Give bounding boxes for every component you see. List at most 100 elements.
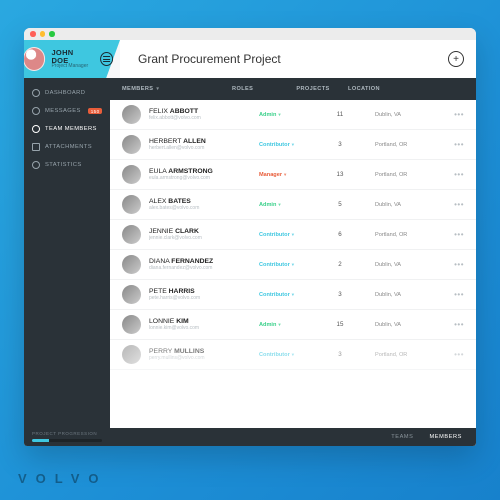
- sidebar-item-dashboard[interactable]: DASHBOARD: [24, 84, 110, 102]
- header-members[interactable]: MEMBERS▾: [122, 86, 232, 92]
- member-name-cell: JENNIE CLARKjennie.clark@volvo.com: [149, 228, 259, 241]
- member-name-cell: PERRY MULLINSperry.mullins@volvo.com: [149, 348, 259, 361]
- more-icon[interactable]: •••: [450, 290, 464, 299]
- chevron-down-icon: ▾: [292, 232, 294, 238]
- sidebar-item-label: MESSAGES: [45, 108, 81, 114]
- header-roles[interactable]: ROLES: [232, 86, 286, 92]
- close-icon[interactable]: [30, 31, 36, 37]
- table-row[interactable]: LONNIE KIMlonnie.kim@volvo.comAdmin ▾15D…: [110, 310, 476, 340]
- table-row[interactable]: PERRY MULLINSperry.mullins@volvo.comCont…: [110, 340, 476, 370]
- sidebar-item-attachments[interactable]: ATTACHMENTS: [24, 138, 110, 156]
- avatar: [24, 47, 45, 71]
- avatar: [122, 285, 141, 304]
- more-icon[interactable]: •••: [450, 110, 464, 119]
- sidebar-footer: PROJECT PROGRESSION: [24, 426, 110, 446]
- chevron-down-icon: ▾: [292, 352, 294, 358]
- location: Portland, OR: [367, 172, 450, 178]
- chart-icon: [32, 161, 40, 169]
- message-icon: [32, 107, 40, 115]
- table-row[interactable]: FELIX ABBOTTfelix.abbott@volvo.comAdmin …: [110, 100, 476, 130]
- app-window: JOHN DOE Project Manager Grant Procureme…: [24, 28, 476, 446]
- projects-count: 2: [313, 261, 367, 268]
- chevron-down-icon: ▾: [278, 322, 280, 328]
- more-icon[interactable]: •••: [450, 260, 464, 269]
- sidebar-item-statistics[interactable]: STATISTICS: [24, 156, 110, 174]
- projects-count: 3: [313, 291, 367, 298]
- messages-badge: 150: [88, 108, 102, 114]
- more-icon[interactable]: •••: [450, 320, 464, 329]
- avatar: [122, 135, 141, 154]
- avatar: [122, 255, 141, 274]
- more-icon[interactable]: •••: [450, 170, 464, 179]
- maximize-icon[interactable]: [49, 31, 55, 37]
- profile-block[interactable]: JOHN DOE Project Manager: [24, 40, 120, 78]
- role-select[interactable]: Admin ▾: [259, 202, 313, 208]
- header-location[interactable]: LOCATION: [340, 86, 450, 92]
- header-projects[interactable]: PROJECTS: [286, 86, 340, 92]
- gauge-icon: [32, 89, 40, 97]
- member-name-cell: ALEX BATESalex.bates@volvo.com: [149, 198, 259, 211]
- chevron-down-icon: ▾: [156, 86, 159, 92]
- sidebar-item-team-members[interactable]: TEAM MEMBERS: [24, 120, 110, 138]
- table-row[interactable]: DIANA FERNANDEZdiana.fernandez@volvo.com…: [110, 250, 476, 280]
- table-row[interactable]: PETE HARRISpete.harris@volvo.comContribu…: [110, 280, 476, 310]
- table-body: FELIX ABBOTTfelix.abbott@volvo.comAdmin …: [110, 100, 476, 428]
- table-row[interactable]: JENNIE CLARKjennie.clark@volvo.comContri…: [110, 220, 476, 250]
- member-name-cell: HERBERT ALLENherbert.allen@volvo.com: [149, 138, 259, 151]
- table-row[interactable]: EULA ARMSTRONGeula.armstrong@volvo.comMa…: [110, 160, 476, 190]
- window-titlebar: [24, 28, 476, 40]
- role-select[interactable]: Contributor ▾: [259, 352, 313, 358]
- location: Dublin, VA: [367, 112, 450, 118]
- projects-count: 13: [313, 171, 367, 178]
- more-icon[interactable]: •••: [450, 350, 464, 359]
- sidebar-item-messages[interactable]: MESSAGES 150: [24, 102, 110, 120]
- role-select[interactable]: Manager ▾: [259, 172, 313, 178]
- add-button[interactable]: +: [448, 51, 464, 67]
- more-icon[interactable]: •••: [450, 230, 464, 239]
- main-panel: MEMBERS▾ ROLES PROJECTS LOCATION FELIX A…: [110, 78, 476, 446]
- tab-teams[interactable]: TEAMS: [391, 434, 413, 440]
- user-name: JOHN DOE: [51, 49, 90, 64]
- sidebar-item-label: ATTACHMENTS: [45, 144, 92, 150]
- sidebar-item-label: DASHBOARD: [45, 90, 85, 96]
- person-icon: [32, 125, 40, 133]
- location: Portland, OR: [367, 352, 450, 358]
- chevron-down-icon: ▾: [278, 112, 280, 118]
- projects-count: 15: [313, 321, 367, 328]
- member-name-cell: FELIX ABBOTTfelix.abbott@volvo.com: [149, 108, 259, 121]
- location: Portland, OR: [367, 232, 450, 238]
- tab-members[interactable]: MEMBERS: [430, 434, 462, 440]
- projects-count: 6: [313, 231, 367, 238]
- role-select[interactable]: Admin ▾: [259, 322, 313, 328]
- page-title: Grant Procurement Project: [138, 52, 281, 66]
- role-select[interactable]: Contributor ▾: [259, 262, 313, 268]
- member-name-cell: EULA ARMSTRONGeula.armstrong@volvo.com: [149, 168, 259, 181]
- role-select[interactable]: Contributor ▾: [259, 292, 313, 298]
- member-name-cell: DIANA FERNANDEZdiana.fernandez@volvo.com: [149, 258, 259, 271]
- table-row[interactable]: HERBERT ALLENherbert.allen@volvo.comCont…: [110, 130, 476, 160]
- attachment-icon: [32, 143, 40, 151]
- role-select[interactable]: Contributor ▾: [259, 232, 313, 238]
- minimize-icon[interactable]: [40, 31, 46, 37]
- avatar: [122, 105, 141, 124]
- chevron-down-icon: ▾: [284, 172, 286, 178]
- menu-icon[interactable]: [100, 52, 113, 66]
- more-icon[interactable]: •••: [450, 140, 464, 149]
- bottom-tabs: TEAMS MEMBERS: [110, 428, 476, 446]
- location: Dublin, VA: [367, 322, 450, 328]
- member-name-cell: PETE HARRISpete.harris@volvo.com: [149, 288, 259, 301]
- table-header: MEMBERS▾ ROLES PROJECTS LOCATION: [110, 78, 476, 100]
- brand-watermark: VOLVO: [18, 471, 108, 486]
- sidebar-item-label: TEAM MEMBERS: [45, 126, 97, 132]
- role-select[interactable]: Admin ▾: [259, 112, 313, 118]
- progress-label: PROJECT PROGRESSION: [32, 431, 102, 436]
- sidebar: DASHBOARD MESSAGES 150 TEAM MEMBERS ATTA…: [24, 78, 110, 446]
- location: Dublin, VA: [367, 262, 450, 268]
- sidebar-item-label: STATISTICS: [45, 162, 82, 168]
- table-row[interactable]: ALEX BATESalex.bates@volvo.comAdmin ▾5Du…: [110, 190, 476, 220]
- more-icon[interactable]: •••: [450, 200, 464, 209]
- projects-count: 3: [313, 351, 367, 358]
- role-select[interactable]: Contributor ▾: [259, 142, 313, 148]
- chevron-down-icon: ▾: [292, 142, 294, 148]
- location: Dublin, VA: [367, 202, 450, 208]
